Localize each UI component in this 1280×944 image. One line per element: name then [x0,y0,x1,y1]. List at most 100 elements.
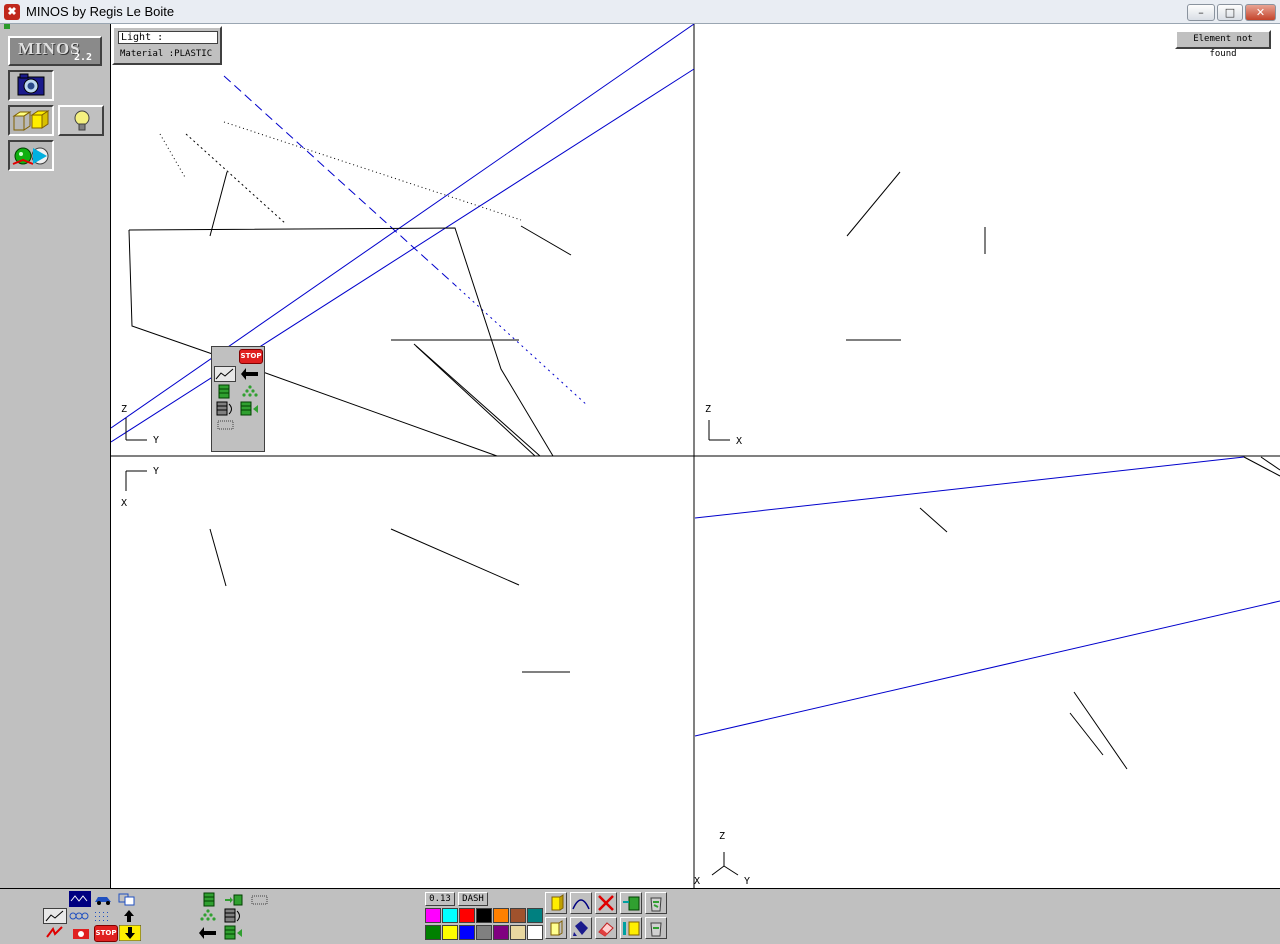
curve-icon [572,899,590,910]
wire-polyline [128,227,554,457]
wire-line-blue [111,68,695,443]
color-swatch[interactable] [459,908,475,923]
color-swatch[interactable] [425,908,441,923]
viewport-bottom-left: Y X [121,466,570,673]
cube-icon [551,894,564,911]
viewport-bottom-right: Z X Y [694,456,1280,887]
stack-output-icon[interactable] [216,401,236,417]
maximize-button[interactable]: □ [1217,4,1243,21]
viewport-area[interactable]: Z Y Z X Y X Z X Y [110,24,1280,888]
app-icon[interactable]: ✖ [4,4,20,20]
axis-label-z: Z [705,404,711,415]
color-swatch[interactable] [493,908,509,923]
color-swatch[interactable] [459,925,475,940]
down-arrow-icon[interactable] [119,925,141,941]
window-title: MINOS by Regis Le Boite [26,4,175,19]
wire-line-blue [694,600,1280,737]
status-message[interactable]: Element not found [1175,30,1271,59]
windows-icon[interactable] [117,891,137,907]
objects-tool-button[interactable] [8,105,54,136]
eraser-tool[interactable] [595,917,617,939]
stack-input-icon[interactable] [224,925,244,941]
minos-logo: MINOS 2.2 [8,36,102,66]
stop-button[interactable]: STOP [94,925,118,942]
pyramid-icon[interactable] [240,384,260,400]
back-arrow-icon[interactable] [198,925,218,941]
delete-tool[interactable] [595,892,617,914]
axis-left-line [711,865,725,876]
wave-mode-icon[interactable] [69,891,91,907]
light-field[interactable]: Light : [118,31,218,44]
corner-marker [4,24,10,29]
wire-yellow-tool[interactable] [545,917,567,939]
wire-line-dotted [159,133,187,180]
minimize-button[interactable]: – [1187,4,1215,21]
stack-insert-tool[interactable] [620,917,642,939]
axis-label-y: Y [744,876,750,887]
wire-line [1073,691,1128,770]
line-width-button[interactable]: 0.13 [425,892,455,906]
stack-output-icon[interactable] [224,908,244,924]
stack-input-icon[interactable] [240,401,260,417]
stack-insert-icon[interactable] [224,892,244,908]
viewport-top-right: Z X [705,171,986,447]
recycle-tool[interactable] [645,892,667,914]
color-swatch[interactable] [442,925,458,940]
line-style-button[interactable]: DASH [458,892,488,906]
color-swatch[interactable] [493,925,509,940]
bottom-toolbar: STOP 0.13 DASH [0,888,1280,944]
cubes-icon [12,110,50,131]
render-tool-button[interactable] [8,140,54,171]
color-swatch[interactable] [510,908,526,923]
color-swatch[interactable] [442,908,458,923]
curve-tool[interactable] [570,892,592,914]
recycle-empty-tool[interactable] [645,917,667,939]
axis-label-y: Y [153,435,159,446]
color-swatch[interactable] [476,925,492,940]
lightning-icon[interactable] [45,925,65,941]
dot-grid-icon[interactable] [93,908,113,924]
up-arrow-icon[interactable] [119,908,139,924]
wire-line-dotted [185,133,287,225]
stack-icon[interactable] [216,384,236,400]
back-arrow-icon[interactable] [240,366,260,382]
wire-line [919,507,948,533]
trend-chart-icon[interactable] [214,366,236,382]
wire-line [1069,712,1104,756]
viewport-canvas[interactable]: Z Y Z X Y X Z X Y [111,24,1280,888]
axis-label-x: X [736,436,742,447]
camera-red-icon[interactable] [71,925,91,941]
stack-add-icon [623,896,640,911]
color-swatch[interactable] [527,925,543,940]
delete-cross-icon [598,895,614,911]
selection-rect-icon[interactable] [216,417,236,433]
wire-line-dotted [223,121,522,221]
render-spheres-icon [12,147,49,165]
axis-label-z: Z [719,831,725,842]
wire-line-blue [111,24,695,429]
wire-line [209,528,227,587]
color-swatch[interactable] [425,925,441,940]
wire-line [1260,456,1280,471]
selection-rect-icon[interactable] [250,892,270,908]
camera-tool-button[interactable] [8,70,54,101]
stack-icon[interactable] [200,892,220,908]
wire-line [415,345,536,457]
circles-icon[interactable] [69,908,89,924]
light-tool-button[interactable] [58,105,104,136]
solid-yellow-tool[interactable] [545,892,567,914]
color-swatch[interactable] [510,925,526,940]
stack-add-tool[interactable] [620,892,642,914]
car-icon[interactable] [93,891,113,907]
stop-button[interactable]: STOP [239,349,263,364]
trend-chart-icon[interactable] [43,908,67,924]
left-toolbar: MINOS 2.2 [4,24,110,888]
color-swatch[interactable] [476,908,492,923]
axis-label-y: Y [153,466,159,477]
wire-line [209,171,228,237]
color-swatch[interactable] [527,908,543,923]
pyramid-icon[interactable] [198,908,218,924]
close-button[interactable]: ✕ [1245,4,1276,21]
fill-tool[interactable] [570,917,592,939]
logo-version: 2.2 [73,52,92,63]
